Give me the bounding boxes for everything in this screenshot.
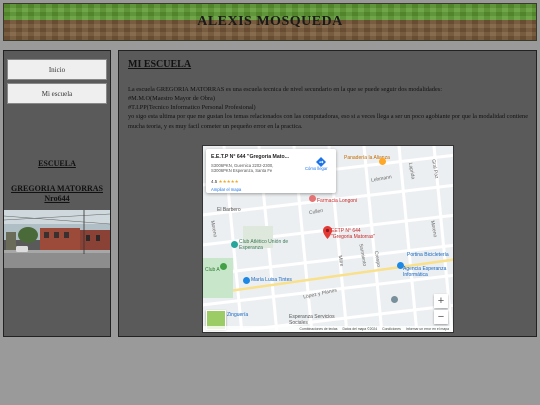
map-footer-terms[interactable]: Condiciones (382, 327, 401, 331)
map-label-maria: María Luisa Tintes (251, 277, 292, 283)
school-building-image (4, 210, 110, 268)
bigger-map-link[interactable]: Ampliar el mapa (211, 187, 241, 192)
bakery-marker-icon (379, 158, 386, 165)
nav-inicio-button[interactable]: Inicio (7, 59, 107, 80)
park-marker-icon (220, 263, 227, 270)
map-footer-report[interactable]: Informar un error en el mapa (406, 327, 449, 331)
map-info-card: E.E.T.P N° 644 "Gregoria Mato... S3006PK… (206, 149, 336, 193)
map-label-farmacia: Farmacia Longoni (317, 198, 358, 204)
header-banner: ALEXIS MOSQUEDA (3, 3, 537, 41)
store-marker-icon (243, 277, 250, 284)
map-label-club-a: Club A (205, 267, 220, 273)
service-marker-icon (391, 296, 398, 303)
school-link-line1[interactable]: GREGORIA MATORRAS (4, 184, 110, 193)
sidebar: Inicio Mi escuela ESCUELA GREGORIA MATOR… (3, 50, 111, 337)
map-label-agencia: Agencia Esperanza Informática (403, 266, 447, 278)
map-footer: Combinaciones de teclas Datos del mapa ©… (203, 326, 453, 332)
pharmacy-marker-icon (309, 195, 316, 202)
map-address-line2: S3006PKN Esperanza, Santa Fe (211, 168, 273, 174)
description-tipp: #T.I.PP(Tecnico Informatico Personal Pro… (128, 104, 256, 112)
rating-stars-icon: ★★★★★ (218, 179, 239, 184)
nav-mi-escuela-button[interactable]: Mi escuela (7, 83, 107, 104)
description-intro: La escuela GREGORIA MATORRAS es una escu… (128, 86, 442, 93)
agency-marker-icon (397, 262, 404, 269)
embedded-map[interactable]: E.E.T.P N° 644 "Gregoria Mato... S3006PK… (202, 145, 454, 333)
section-title: MI ESCUELA (128, 59, 192, 70)
map-place-name: E.E.T.P N° 644 "Gregoria Mato... (211, 154, 289, 160)
school-link-line2[interactable]: Nro644 (4, 194, 110, 203)
description-mmo: #M.M.O(Maestro Mayor de Obra) (128, 95, 215, 103)
map-label-pin-2: "Gregoria Matorras" (331, 234, 376, 240)
page-title: ALEXIS MOSQUEDA (197, 14, 343, 29)
map-pin-icon[interactable] (323, 226, 332, 239)
map-label-club: Club Atlético Unión de Esperanza (239, 239, 289, 251)
school-photo (4, 210, 110, 268)
main-content: MI ESCUELA La escuela GREGORIA MATORRAS … (118, 50, 537, 337)
zoom-out-button[interactable]: − (434, 310, 448, 324)
map-label-portina: Portina Bicicletería (407, 252, 449, 258)
map-label-esperanza: Esperanza Servicios Sociales (289, 314, 335, 326)
map-footer-shortcuts[interactable]: Combinaciones de teclas (300, 327, 338, 331)
school-description: La escuela GREGORIA MATORRAS es una escu… (128, 85, 528, 131)
description-opinion: yo sigo esta ultima por que me gustan lo… (128, 113, 528, 130)
map-rating: 4.5 ★★★★★ (211, 179, 239, 185)
map-place-address: S3006PKN, Guernica 2202-2300, S3006PKN E… (211, 163, 301, 174)
club-marker-icon (231, 241, 238, 248)
escuela-link[interactable]: ESCUELA (4, 159, 110, 168)
zoom-in-button[interactable]: + (434, 294, 448, 308)
map-footer-data: Datos del mapa ©2024 (342, 327, 378, 331)
map-label-zinguera: Zinguería (227, 312, 249, 318)
map-label-barbero: El Barbero (217, 207, 241, 213)
rating-value: 4.5 (211, 179, 218, 184)
directions-link[interactable]: Cómo llegar (305, 166, 328, 171)
